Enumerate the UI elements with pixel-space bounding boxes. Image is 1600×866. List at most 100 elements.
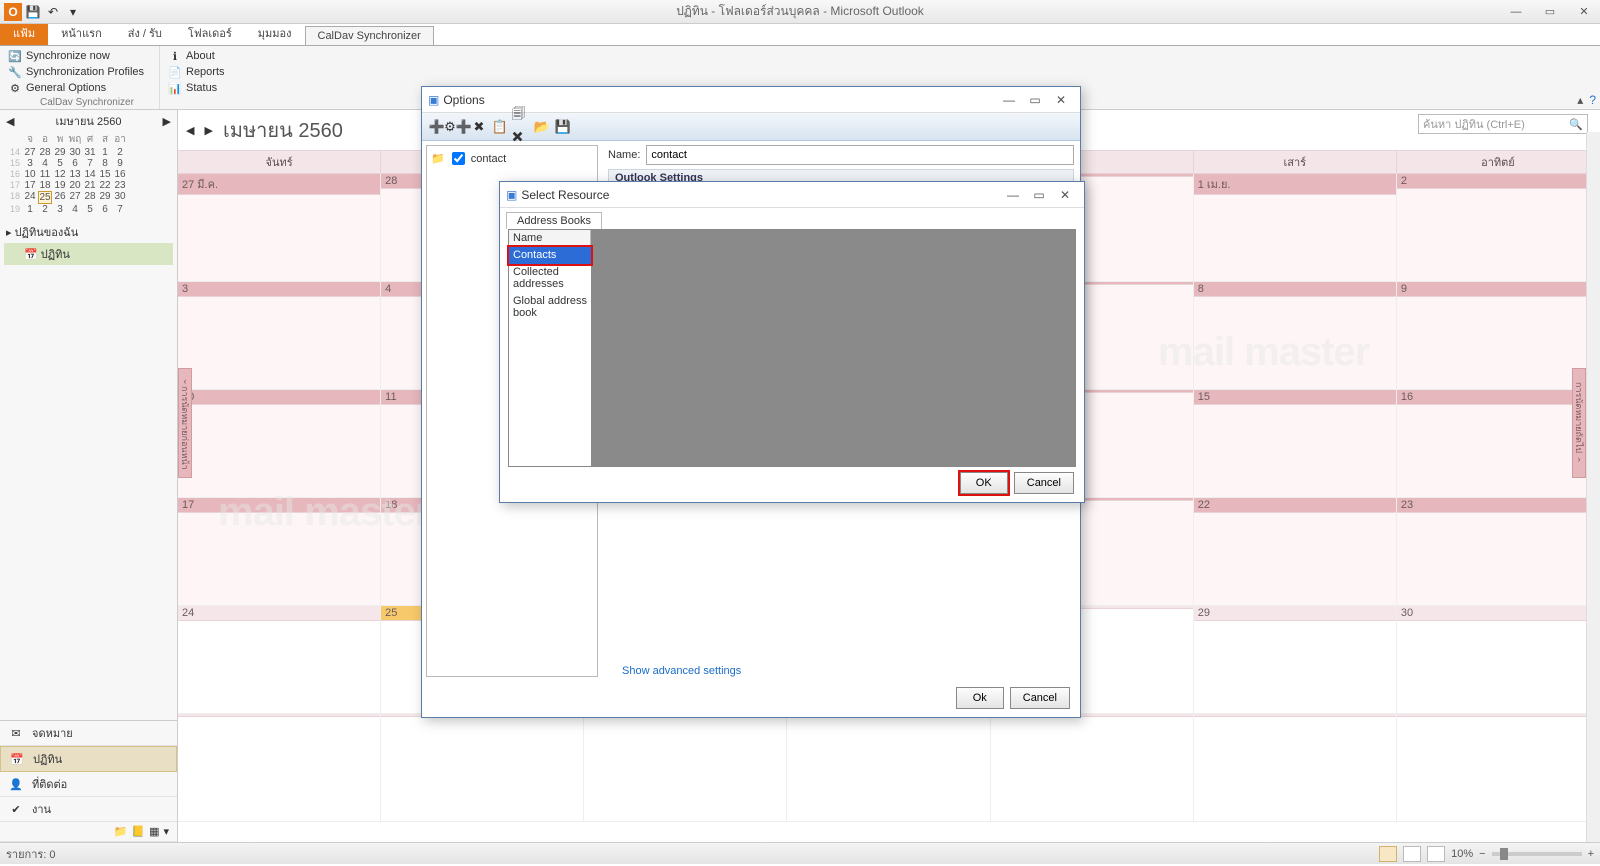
options-ok-button[interactable]: Ok — [956, 687, 1004, 709]
calendar-cell[interactable]: 16 — [1397, 390, 1600, 498]
status-button[interactable]: 📊Status — [168, 80, 225, 96]
calendar-cell[interactable]: 2 — [1397, 174, 1600, 282]
minical-nav: ◀ เมษายน 2560 ▶ — [0, 110, 177, 132]
calendar-cell[interactable]: 27 มี.ค. — [178, 174, 381, 282]
calendar-cell[interactable] — [584, 714, 787, 822]
dialog-icon: ▣ — [506, 188, 517, 202]
calendar-cell[interactable]: 30 — [1397, 606, 1600, 714]
select-resource-titlebar[interactable]: ▣ Select Resource — ▭ ✕ — [500, 182, 1084, 208]
resource-list-item[interactable]: Collected addresses — [509, 264, 591, 293]
prev-month-icon[interactable]: ◀ — [6, 115, 14, 128]
save-icon[interactable]: 💾 — [24, 3, 42, 21]
about-button[interactable]: ℹAbout — [168, 48, 225, 64]
folder-icon: 📁 — [431, 152, 445, 165]
contacts-icon: 👤 — [8, 776, 24, 792]
status-item-count: รายการ: 0 — [6, 845, 56, 863]
tab-address-books[interactable]: Address Books — [506, 212, 602, 229]
calendar-cell[interactable] — [787, 714, 990, 822]
ribbon-collapse-icon[interactable]: ▴ — [1577, 93, 1583, 107]
note-icon: 📒 — [131, 825, 145, 838]
cal-next-icon[interactable]: ▶ — [204, 124, 212, 137]
nav-contacts[interactable]: 👤ที่ติดต่อ — [0, 772, 177, 797]
copy-icon[interactable]: 📋 — [491, 118, 509, 136]
zoom-out-button[interactable]: − — [1479, 848, 1485, 860]
minimize-button[interactable]: — — [1502, 4, 1530, 20]
scrollbar[interactable] — [1586, 132, 1600, 842]
options-minimize-button[interactable]: — — [996, 90, 1022, 110]
list-column-header[interactable]: Name — [509, 230, 591, 247]
calendar-cell[interactable]: 17 — [178, 498, 381, 606]
calendar-cell[interactable]: 29 — [1194, 606, 1397, 714]
open-folder-icon[interactable]: 📂 — [533, 118, 551, 136]
nav-tasks[interactable]: ✔งาน — [0, 797, 177, 822]
resource-list-item[interactable]: Contacts — [509, 247, 591, 264]
show-advanced-link[interactable]: Show advanced settings — [622, 665, 741, 677]
my-calendars-header[interactable]: ▸ ปฏิทินของฉัน — [4, 221, 173, 243]
options-close-button[interactable]: ✕ — [1048, 90, 1074, 110]
maximize-button[interactable]: ▭ — [1536, 4, 1564, 20]
calendar-cell[interactable]: 9 — [1397, 282, 1600, 390]
selres-cancel-button[interactable]: Cancel — [1014, 472, 1074, 494]
help-icon[interactable]: ? — [1589, 93, 1596, 107]
cal-prev-icon[interactable]: ◀ — [186, 124, 194, 137]
search-input[interactable]: ค้นหา ปฏิทิน (Ctrl+E) 🔍 — [1418, 114, 1588, 134]
name-label: Name: — [608, 149, 640, 161]
options-maximize-button[interactable]: ▭ — [1022, 90, 1048, 110]
options-cancel-button[interactable]: Cancel — [1010, 687, 1070, 709]
selres-close-button[interactable]: ✕ — [1052, 185, 1078, 205]
selres-ok-button[interactable]: OK — [960, 472, 1008, 494]
undo-icon[interactable]: ↶ — [44, 3, 62, 21]
zoom-slider[interactable] — [1492, 852, 1582, 856]
tab-caldav-synchronizer[interactable]: CalDav Synchronizer — [305, 26, 434, 45]
calendar-cell[interactable] — [991, 714, 1194, 822]
export-icon[interactable]: 💾 — [554, 118, 572, 136]
calendar-cell[interactable]: 24 — [178, 606, 381, 714]
calendar-cell[interactable] — [381, 714, 584, 822]
chevron-icon: ▾ — [163, 825, 169, 838]
select-resource-title: Select Resource — [521, 188, 609, 202]
synchronize-now-button[interactable]: 🔄Synchronize now — [8, 48, 151, 64]
synchronization-profiles-button[interactable]: 🔧Synchronization Profiles — [8, 64, 151, 80]
selres-minimize-button[interactable]: — — [1000, 185, 1026, 205]
calendar-cell[interactable] — [1194, 714, 1397, 822]
calendar-cell[interactable]: 3 — [178, 282, 381, 390]
minical-month: เมษายน 2560 — [56, 112, 122, 130]
calendar-tree-item[interactable]: 📅 ปฏิทิน — [4, 243, 173, 265]
next-month-icon[interactable]: ▶ — [163, 115, 171, 128]
next-appointment-grip[interactable]: การนัดหมายถัดไป› — [1572, 368, 1586, 478]
calendar-cell[interactable]: 10 — [178, 390, 381, 498]
calendar-cell[interactable]: 15 — [1194, 390, 1397, 498]
profile-tree-item[interactable]: 📁 contact — [429, 148, 595, 169]
calendar-cell[interactable] — [1397, 714, 1600, 822]
selres-maximize-button[interactable]: ▭ — [1026, 185, 1052, 205]
mini-calendar[interactable]: จอพพฤศสอา1427282930311215345678916101112… — [0, 132, 177, 215]
clear-cache-icon[interactable]: 🗐✖ — [512, 118, 530, 136]
reports-button[interactable]: 📄Reports — [168, 64, 225, 80]
profile-checkbox[interactable] — [452, 152, 465, 165]
view-reading-button[interactable] — [1403, 846, 1421, 862]
nav-shortcuts[interactable]: 📁📒▦▾ — [0, 822, 177, 842]
status-bar: รายการ: 0 10% − + — [0, 842, 1600, 864]
delete-icon[interactable]: ✖ — [470, 118, 488, 136]
add-multiple-icon[interactable]: ⚙➕ — [449, 118, 467, 136]
nav-mail[interactable]: ✉จดหมาย — [0, 721, 177, 746]
calendar-cell[interactable]: 8 — [1194, 282, 1397, 390]
general-options-button[interactable]: ⚙General Options — [8, 80, 151, 96]
close-button[interactable]: ✕ — [1570, 4, 1598, 20]
outlook-icon: O — [4, 3, 22, 21]
resource-list-item[interactable]: Global address book — [509, 293, 591, 322]
qat-dropdown-icon[interactable]: ▾ — [64, 3, 82, 21]
view-normal-button[interactable] — [1379, 846, 1397, 862]
calendar-cell[interactable]: 22 — [1194, 498, 1397, 606]
nav-calendar[interactable]: 📅ปฏิทิน — [0, 746, 177, 772]
calendar-icon: 📅 — [9, 751, 25, 767]
zoom-in-button[interactable]: + — [1588, 848, 1594, 860]
calendar-cell[interactable]: 23 — [1397, 498, 1600, 606]
calendar-cell[interactable]: 1 เม.ย. — [1194, 174, 1397, 282]
quick-access-toolbar: O 💾 ↶ ▾ — [0, 3, 86, 21]
view-list-button[interactable] — [1427, 846, 1445, 862]
search-placeholder: ค้นหา ปฏิทิน (Ctrl+E) — [1423, 115, 1525, 133]
calendar-cell[interactable] — [178, 714, 381, 822]
prev-appointment-grip[interactable]: ‹การนัดหมายก่อนหน้า — [178, 368, 192, 478]
name-input[interactable] — [646, 145, 1074, 165]
